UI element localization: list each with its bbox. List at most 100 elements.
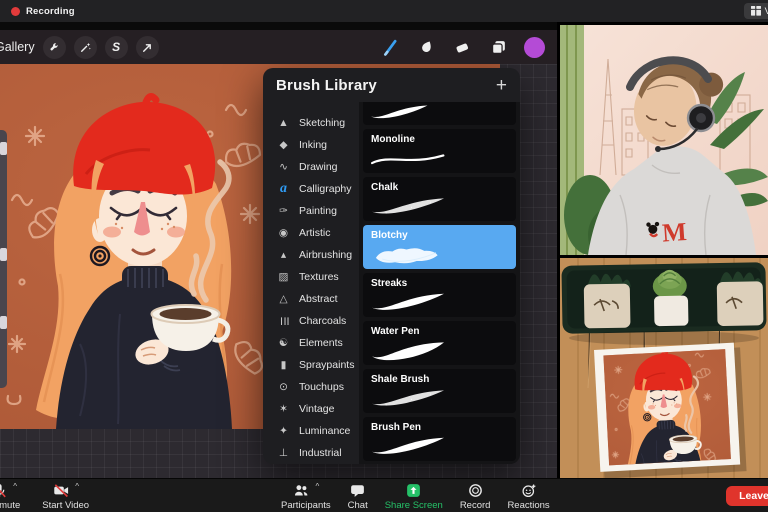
palette-icon: ◉ xyxy=(276,228,291,239)
actions-wrench-button[interactable] xyxy=(43,36,66,59)
view-button[interactable]: View xyxy=(744,3,768,19)
magic-wand-icon xyxy=(79,41,92,54)
brush-category-artistic[interactable]: ◉ Artistic xyxy=(263,222,359,244)
brush-item-shale-brush[interactable]: Shale Brush xyxy=(363,369,516,413)
grid-view-icon xyxy=(751,6,761,16)
brush-category-sketching[interactable]: ▲Sketching xyxy=(263,112,359,134)
charcoal-bars-icon: ☰ xyxy=(278,314,289,329)
reactions-button[interactable]: Reactions xyxy=(507,482,549,511)
brush-category-abstract[interactable]: △ Abstract xyxy=(263,288,359,310)
category-label: Calligraphy xyxy=(299,183,352,195)
active-color-swatch[interactable] xyxy=(524,37,545,58)
chevron-up-icon[interactable]: ^ xyxy=(13,483,17,491)
control-label: Record xyxy=(460,500,491,511)
procreate-toolbar: Gallery S xyxy=(0,30,557,64)
brush-stroke-preview xyxy=(367,192,448,220)
video-off-icon xyxy=(52,482,70,499)
adjustments-button[interactable] xyxy=(74,36,97,59)
mic-off-icon xyxy=(0,482,8,499)
brush-tool-button[interactable] xyxy=(380,37,401,58)
category-label: Touchups xyxy=(299,381,344,393)
brush-category-industrial[interactable]: ⊥ Industrial xyxy=(263,442,359,464)
brush-item-water-pen[interactable]: Water Pen xyxy=(363,321,516,365)
sparkle-icon: ✦ xyxy=(276,426,291,437)
control-label: Start Video xyxy=(42,500,89,511)
screen-share-view: Gallery S xyxy=(0,22,557,478)
brush-category-vintage[interactable]: ✶Vintage xyxy=(263,398,359,420)
gallery-button[interactable]: Gallery xyxy=(0,40,35,54)
brush-category-calligraphy[interactable]: a Calligraphy xyxy=(263,178,359,200)
record-button[interactable]: Record xyxy=(460,482,491,511)
chevron-up-icon[interactable]: ^ xyxy=(75,483,79,491)
texture-icon: ▨ xyxy=(276,272,291,283)
brush-category-touchups[interactable]: ⊙ Touchups xyxy=(263,376,359,398)
brush-category-drawing[interactable]: ∿Drawing xyxy=(263,156,359,178)
chat-button[interactable]: Chat xyxy=(348,482,368,511)
airbrush-icon: ▴ xyxy=(276,250,291,261)
transform-button[interactable] xyxy=(136,36,159,59)
brush-stroke-preview xyxy=(367,240,448,268)
control-label: Share Screen xyxy=(385,500,443,511)
brush-category-inking[interactable]: ◆Inking xyxy=(263,134,359,156)
control-label: Unmute xyxy=(0,500,20,511)
procreate-sidebar[interactable] xyxy=(0,130,7,388)
smudge-finger-icon xyxy=(417,38,436,57)
brush-stroke-preview xyxy=(367,144,448,172)
category-label: Artistic xyxy=(299,227,331,239)
brush-stroke-preview xyxy=(367,336,448,364)
share-screen-icon xyxy=(405,482,423,499)
category-label: Industrial xyxy=(299,447,342,459)
brush-category-painting[interactable]: ✑Painting xyxy=(263,200,359,222)
control-label: Participants xyxy=(281,500,331,511)
brush-item-monoline[interactable]: Monoline xyxy=(363,129,516,173)
brush-category-charcoals[interactable]: ☰ Charcoals xyxy=(263,310,359,332)
selection-button[interactable]: S xyxy=(105,36,128,59)
category-label: Charcoals xyxy=(299,315,346,327)
category-label: Abstract xyxy=(299,293,338,305)
spray-can-icon: ▮ xyxy=(276,360,291,371)
layers-button[interactable] xyxy=(488,37,509,58)
vintage-star-icon: ✶ xyxy=(276,404,291,415)
add-brush-button[interactable]: + xyxy=(496,76,507,95)
brush-item-streaks[interactable]: Streaks xyxy=(363,273,516,317)
brush-item-blotchy[interactable]: Blotchy xyxy=(363,225,516,269)
modify-button[interactable] xyxy=(0,248,7,261)
unmute-button[interactable]: ^ Unmute xyxy=(0,482,20,511)
brush-category-airbrushing[interactable]: ▴Airbrushing xyxy=(263,244,359,266)
brush-category-luminance[interactable]: ✦Luminance xyxy=(263,420,359,442)
layers-icon xyxy=(489,38,508,57)
brush-item-partial[interactable] xyxy=(363,102,516,125)
calligraphy-a-icon: a xyxy=(276,182,291,196)
brush-opacity-slider[interactable] xyxy=(0,316,7,329)
anvil-icon: ⊥ xyxy=(276,448,291,459)
start-video-button[interactable]: ^ Start Video xyxy=(42,482,89,511)
participant-video-top[interactable]: M xyxy=(560,25,768,255)
triangle-icon: △ xyxy=(276,294,291,305)
brush-category-elements[interactable]: ☯Elements xyxy=(263,332,359,354)
svg-text:M: M xyxy=(661,217,688,248)
procreate-canvas-workspace[interactable]: Brush Library + ▲Sketching◆Inking∿Drawin… xyxy=(0,64,557,478)
brush-item-chalk[interactable]: Chalk xyxy=(363,177,516,221)
brush-item-brush-pen[interactable]: Brush Pen xyxy=(363,417,516,461)
recording-dot-icon xyxy=(11,7,20,16)
eraser-tool-button[interactable] xyxy=(452,37,473,58)
brush-stroke-preview xyxy=(367,432,448,460)
participants-button[interactable]: ^ Participants xyxy=(281,482,331,511)
participant-video-bottom[interactable] xyxy=(560,258,768,478)
chevron-up-icon[interactable]: ^ xyxy=(315,483,319,491)
ink-drop-icon: ◆ xyxy=(276,140,291,151)
eraser-icon xyxy=(453,38,472,57)
bulb-icon: ⊙ xyxy=(276,382,291,393)
share-screen-button[interactable]: Share Screen xyxy=(385,482,443,511)
brush-category-textures[interactable]: ▨Textures xyxy=(263,266,359,288)
smudge-tool-button[interactable] xyxy=(416,37,437,58)
brush-stroke-preview xyxy=(367,288,448,316)
pencil-icon: ▲ xyxy=(276,118,291,129)
panel-title: Brush Library xyxy=(276,77,496,94)
zoom-control-bar: ^ Unmute ^ Start Video ^ Participants Chat Sha… xyxy=(0,478,768,512)
brush-size-slider[interactable] xyxy=(0,142,7,155)
brush-library-panel: Brush Library + ▲Sketching◆Inking∿Drawin… xyxy=(263,68,520,464)
video-strip: M xyxy=(560,22,768,478)
brush-category-spraypaints[interactable]: ▮Spraypaints xyxy=(263,354,359,376)
leave-button[interactable]: Leave xyxy=(726,486,768,506)
